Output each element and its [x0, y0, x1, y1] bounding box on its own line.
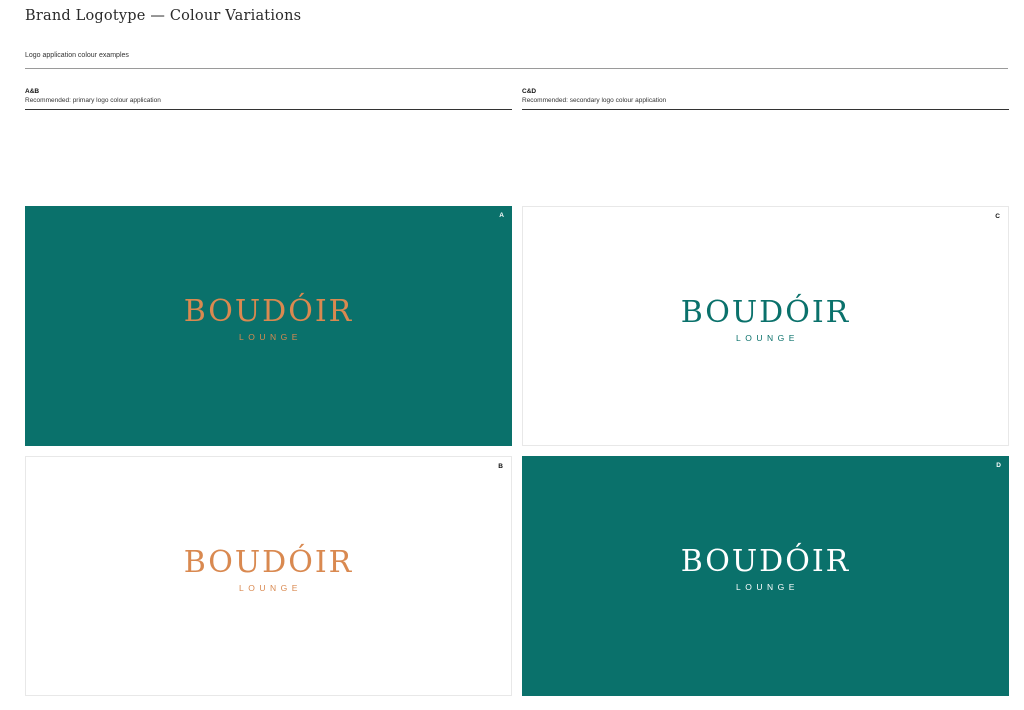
logo-wordmark: BOUDÓIR [183, 545, 354, 580]
boudoir-logo: BOUDÓIR LOUNGE [522, 544, 1009, 592]
logo-panel-b: B BOUDÓIR LOUNGE [25, 456, 512, 696]
panel-letter-b: B [498, 463, 503, 470]
logo-panel-a: A BOUDÓIR LOUNGE [25, 206, 512, 446]
section-header-ab: A&B Recommended: primary logo colour app… [25, 87, 512, 110]
panel-letter-a: A [499, 212, 504, 219]
logo-panel-d: D BOUDÓIR LOUNGE [522, 456, 1009, 696]
section-description-cd: Recommended: secondary logo colour appli… [522, 97, 667, 104]
boudoir-logo: BOUDÓIR LOUNGE [25, 294, 512, 342]
boudoir-logo: BOUDÓIR LOUNGE [26, 545, 511, 593]
section-code-cd: C&D [522, 88, 537, 95]
logo-tagline: LOUNGE [239, 332, 302, 342]
panel-letter-d: D [996, 462, 1001, 469]
logo-wordmark: BOUDÓIR [680, 295, 851, 330]
panel-letter-c: C [995, 213, 1000, 220]
section-code-ab: A&B [25, 88, 40, 95]
boudoir-logo: BOUDÓIR LOUNGE [523, 295, 1008, 343]
logo-wordmark: BOUDÓIR [183, 294, 354, 329]
page-subtitle: Logo application colour examples [25, 52, 129, 59]
logo-tagline: LOUNGE [736, 582, 799, 592]
section-header-cd: C&D Recommended: secondary logo colour a… [522, 87, 1009, 110]
section-description-ab: Recommended: primary logo colour applica… [25, 97, 161, 104]
header-divider [25, 68, 1008, 69]
logo-panel-c: C BOUDÓIR LOUNGE [522, 206, 1009, 446]
page-title: Brand Logotype — Colour Variations [25, 8, 302, 24]
section-divider-cd [522, 109, 1009, 110]
logo-wordmark: BOUDÓIR [680, 544, 851, 579]
logo-tagline: LOUNGE [239, 583, 302, 593]
logo-tagline: LOUNGE [736, 333, 799, 343]
section-divider-ab [25, 109, 512, 110]
